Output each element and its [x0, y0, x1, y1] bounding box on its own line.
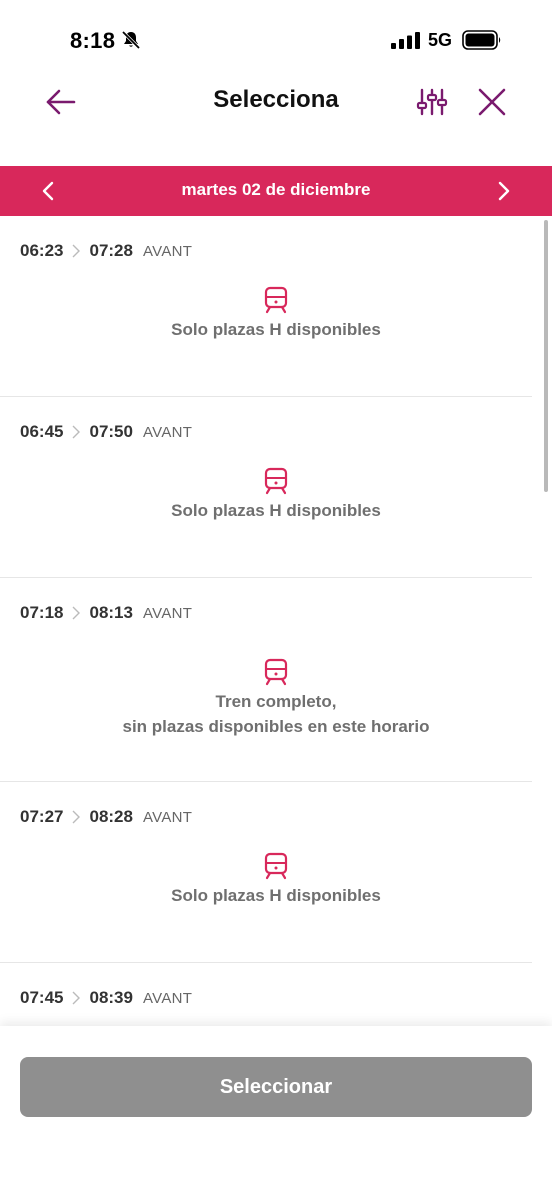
arrival-time: 08:39 [89, 988, 133, 1007]
availability-message: Solo plazas H disponibles [171, 886, 381, 905]
departure-time: 06:23 [20, 241, 64, 260]
train-icon [264, 286, 288, 314]
departure-time: 07:45 [20, 988, 64, 1007]
train-type: AVANT [142, 604, 193, 622]
bell-slash-icon [121, 30, 141, 50]
select-button[interactable]: Seleccionar [20, 1057, 532, 1117]
train-type: AVANT [142, 242, 193, 260]
date-label: martes 02 de diciembre [181, 180, 371, 199]
network-label: 5G [428, 30, 453, 50]
train-type: AVANT [142, 423, 193, 441]
train-item[interactable]: 07:45 08:39 AVANT [0, 963, 532, 1026]
date-bar: martes 02 de diciembre [0, 166, 552, 216]
chevron-right-icon [72, 991, 81, 1005]
sliders-icon[interactable] [414, 84, 450, 120]
availability-message: Tren completo, [215, 692, 337, 711]
arrival-time: 08:13 [89, 603, 133, 622]
header: Selecciona [0, 70, 552, 166]
status-bar: 8:18 5G [0, 0, 552, 70]
train-item[interactable]: 06:23 07:28 AVANT Solo plazas H disponib… [0, 216, 532, 397]
train-icon [264, 852, 288, 880]
arrival-time: 08:28 [89, 807, 133, 826]
page-title: Selecciona [213, 86, 339, 113]
arrival-time: 07:50 [89, 422, 133, 441]
train-icon [264, 467, 288, 495]
scrollbar[interactable] [544, 220, 548, 492]
train-icon [264, 658, 288, 686]
availability-message: Solo plazas H disponibles [171, 501, 381, 520]
train-item[interactable]: 07:27 08:28 AVANT Solo plazas H disponib… [0, 782, 532, 963]
departure-time: 06:45 [20, 422, 64, 441]
train-type: AVANT [142, 808, 193, 826]
chevron-right-icon[interactable] [488, 176, 518, 206]
departure-time: 07:18 [20, 603, 64, 622]
footer: Seleccionar [0, 1026, 552, 1200]
departure-time: 07:27 [20, 807, 64, 826]
train-type: AVANT [142, 989, 193, 1007]
status-time: 8:18 [70, 28, 116, 53]
train-item[interactable]: 06:45 07:50 AVANT Solo plazas H disponib… [0, 397, 532, 578]
chevron-right-icon [72, 810, 81, 824]
arrival-time: 07:28 [89, 241, 133, 260]
train-item[interactable]: 07:18 08:13 AVANT Tren completo, sin pla… [0, 578, 532, 782]
chevron-right-icon [72, 425, 81, 439]
availability-message: sin plazas disponibles en este horario [122, 717, 430, 736]
chevron-right-icon [72, 606, 81, 620]
battery-icon [462, 30, 501, 50]
chevron-right-icon [72, 244, 81, 258]
train-list[interactable]: 06:23 07:28 AVANT Solo plazas H disponib… [0, 216, 552, 1026]
availability-message: Solo plazas H disponibles [171, 320, 381, 339]
signal-icon [391, 32, 420, 49]
close-icon[interactable] [474, 84, 510, 120]
